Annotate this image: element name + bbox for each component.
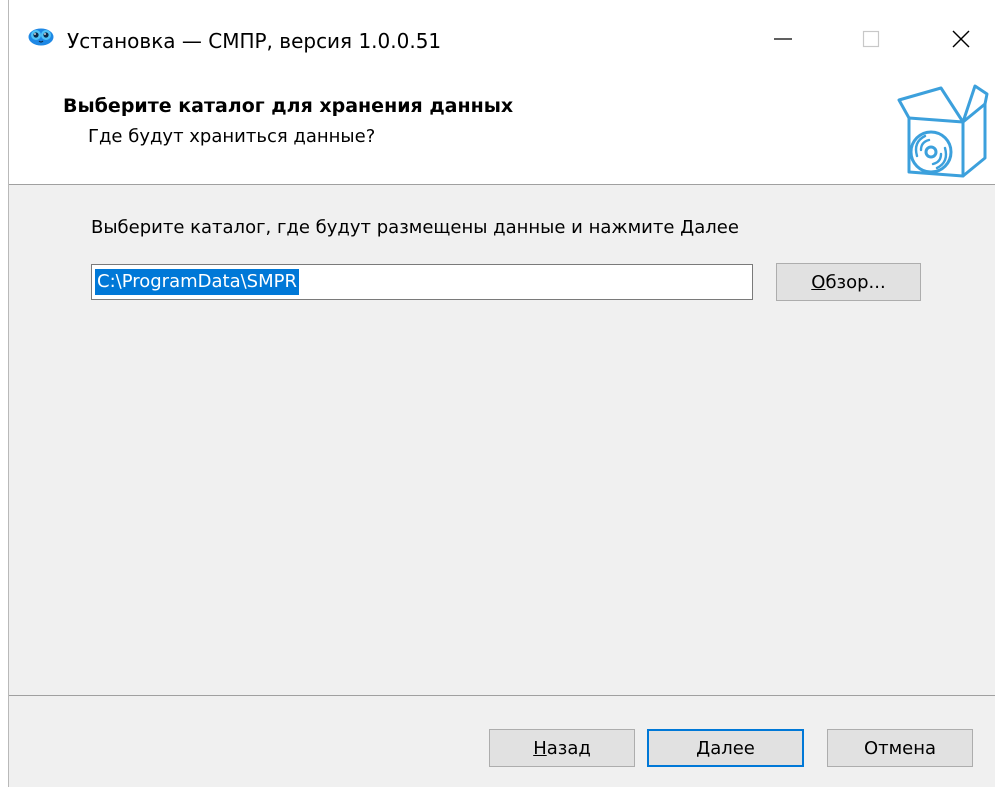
next-button[interactable]: Далее <box>647 729 804 767</box>
back-label: азад <box>546 737 591 759</box>
wizard-header: Выберите каталог для хранения данных Где… <box>9 80 995 185</box>
browse-mnemonic: О <box>811 271 826 293</box>
maximize-button[interactable] <box>837 8 905 70</box>
footer-divider <box>9 695 995 696</box>
back-button[interactable]: Назад <box>489 729 635 767</box>
maximize-icon <box>862 30 880 48</box>
close-button[interactable] <box>927 8 995 70</box>
data-directory-input[interactable]: C:\ProgramData\SMPR <box>91 264 753 300</box>
box-disc-icon <box>897 84 989 178</box>
minimize-button[interactable] <box>749 8 817 70</box>
selected-path-text: C:\ProgramData\SMPR <box>95 269 300 295</box>
page-title: Выберите каталог для хранения данных <box>63 95 514 117</box>
cancel-label: Отмена <box>863 737 937 759</box>
installer-window: Установка — СМПР, версия 1.0.0.51 Выбери… <box>8 0 995 787</box>
next-mnemonic: Д <box>696 737 711 759</box>
title-bar[interactable]: Установка — СМПР, версия 1.0.0.51 <box>9 0 995 80</box>
browse-label: бзор... <box>825 271 886 293</box>
close-icon <box>952 30 970 48</box>
back-mnemonic: Н <box>533 737 547 759</box>
browse-button[interactable]: Обзор... <box>776 263 921 301</box>
minimize-icon <box>774 38 792 40</box>
cancel-button[interactable]: Отмена <box>827 729 973 767</box>
page-subtitle: Где будут храниться данные? <box>88 126 376 147</box>
next-label: алее <box>710 737 755 759</box>
instruction-text: Выберите каталог, где будут размещены да… <box>91 217 739 238</box>
owl-app-icon <box>28 28 54 46</box>
window-title: Установка — СМПР, версия 1.0.0.51 <box>67 29 442 53</box>
